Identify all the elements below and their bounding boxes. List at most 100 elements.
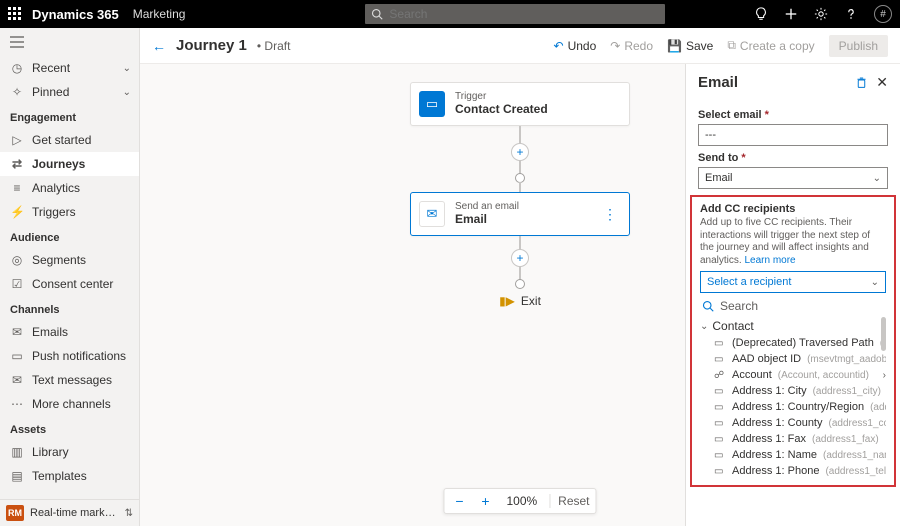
cc-option-schema: (msevtmgt_aadobjectid) [807,354,886,365]
nav-consent[interactable]: ☑Consent center [0,272,139,296]
scrollbar[interactable] [881,317,886,351]
cc-option[interactable]: ☍Account (Account, accountid)› [700,367,886,383]
text-field-icon: ▭ [714,386,726,397]
node-title: Email [455,212,519,226]
nav-templates[interactable]: ▤Templates [0,464,139,488]
send-to-field[interactable]: Email⌄ [698,167,888,189]
nav-collapse-icon[interactable] [0,28,139,56]
select-email-field[interactable]: --- [698,124,888,146]
connector-ring [515,279,525,289]
node-title: Contact Created [455,102,548,116]
cc-option[interactable]: ▭Address 1: Fax (address1_fax) [700,431,886,447]
connector [519,266,521,280]
chevron-down-icon: ⌄ [123,63,131,74]
cc-option[interactable]: ▭Address 1: Phone (address1_telephone1) [700,463,886,477]
add-step-button[interactable]: + [511,143,529,161]
publish-button[interactable]: Publish [829,35,888,57]
nav-label: Consent center [32,277,113,291]
cc-option[interactable]: ▭Address 1: City (address1_city) [700,383,886,399]
search-icon [371,8,383,20]
save-button[interactable]: 💾Save [667,39,713,53]
nav-triggers[interactable]: ⚡Triggers [0,200,139,224]
zoom-out-button[interactable]: − [450,493,468,509]
exit-label: Exit [521,294,541,308]
cc-recipients-block: Add CC recipients Add up to five CC reci… [690,195,896,487]
cc-recipient-field[interactable]: Select a recipient⌄ [700,271,886,293]
nav-segments[interactable]: ◎Segments [0,248,139,272]
cc-option-label: Address 1: Country/Region [732,401,864,413]
trigger-node[interactable]: ▭ Trigger Contact Created [410,82,630,126]
redo-icon: ↷ [610,39,620,53]
text-field-icon: ▭ [714,402,726,413]
cc-options-list: ⌄Contact ▭(Deprecated) Traversed Path (t… [700,317,886,477]
nav-label: Journeys [32,157,85,171]
cc-option[interactable]: ▭AAD object ID (msevtmgt_aadobjectid) [700,351,886,367]
global-search-input[interactable] [387,6,659,22]
zoom-reset-button[interactable]: Reset [549,494,589,508]
nav-get-started[interactable]: ▷Get started [0,128,139,152]
nav-group-assets: Assets [0,416,139,440]
zoom-value: 100% [502,494,541,508]
command-actions: ↶Undo ↷Redo 💾Save ⧉Create a copy Publish [554,35,888,57]
nav-group-audience: Audience [0,224,139,248]
cc-search-placeholder: Search [720,299,758,313]
email-icon: ✉ [419,201,445,227]
nav-text[interactable]: ✉Text messages [0,368,139,392]
cc-group-contact[interactable]: ⌄Contact [700,317,886,335]
clock-icon: ◷ [10,61,24,75]
nav-recent[interactable]: ◷ Recent ⌄ [0,56,139,80]
text-field-icon: ▭ [714,466,726,477]
email-node[interactable]: ✉ Send an email Email ⋮ [410,192,630,236]
cc-heading: Add CC recipients [700,203,886,215]
chevron-down-icon: ⌄ [700,321,708,332]
zoom-in-button[interactable]: + [476,493,494,509]
nav-pinned[interactable]: ✧ Pinned ⌄ [0,80,139,104]
global-header: Dynamics 365 Marketing # [0,0,900,28]
help-icon[interactable] [844,7,858,21]
gear-icon[interactable] [814,7,828,21]
nav-label: Pinned [32,85,69,99]
node-subtitle: Send an email [455,201,519,212]
cc-option[interactable]: ▭(Deprecated) Traversed Path (traversedp… [700,335,886,351]
main-region: ← Journey 1 • Draft ↶Undo ↷Redo 💾Save ⧉C… [140,28,900,526]
app-launcher-icon[interactable] [8,7,22,21]
cc-option-schema: (address1_name) [823,450,886,461]
cc-search[interactable]: Search [700,293,886,317]
connector [519,182,521,192]
nav-journeys[interactable]: ⇄Journeys [0,152,139,176]
page-title: Journey 1 [176,37,247,54]
copy-button[interactable]: ⧉Create a copy [727,38,814,53]
nav-analytics[interactable]: ≡Analytics [0,176,139,200]
cc-option-label: Address 1: City [732,385,807,397]
redo-button[interactable]: ↷Redo [610,39,653,53]
area-label: Real-time marketi... [30,507,119,519]
cc-option-label: Address 1: Fax [732,433,806,445]
cc-option[interactable]: ▭Address 1: Country/Region (address1_cou… [700,399,886,415]
learn-more-link[interactable]: Learn more [744,255,795,266]
more-icon: ⋯ [10,397,24,411]
undo-button[interactable]: ↶Undo [554,39,597,53]
nav-push[interactable]: ▭Push notifications [0,344,139,368]
cc-option[interactable]: ▭Address 1: County (address1_county) [700,415,886,431]
global-search[interactable] [365,4,665,24]
target-icon: ◎ [10,253,24,267]
area-switcher[interactable]: RM Real-time marketi... ⇅ [0,499,139,526]
cc-option-schema: (address1_fax) [812,434,879,445]
add-step-button[interactable]: + [511,249,529,267]
plus-icon[interactable] [784,7,798,21]
cc-option[interactable]: ▭Address 1: Name (address1_name) [700,447,886,463]
save-icon: 💾 [667,39,682,53]
connector [519,126,521,144]
delete-icon[interactable] [855,76,868,89]
header-actions: # [754,5,892,23]
nav-more-channels[interactable]: ⋯More channels [0,392,139,416]
back-button[interactable]: ← [152,38,166,54]
nav-library[interactable]: ▥Library [0,440,139,464]
exit-node[interactable]: ▮▶ Exit [499,294,541,308]
node-menu-icon[interactable]: ⋮ [599,206,621,223]
idea-icon[interactable] [754,7,768,21]
nav-label: Triggers [32,205,76,219]
close-icon[interactable]: ✕ [876,74,888,91]
nav-emails[interactable]: ✉Emails [0,320,139,344]
user-avatar[interactable]: # [874,5,892,23]
